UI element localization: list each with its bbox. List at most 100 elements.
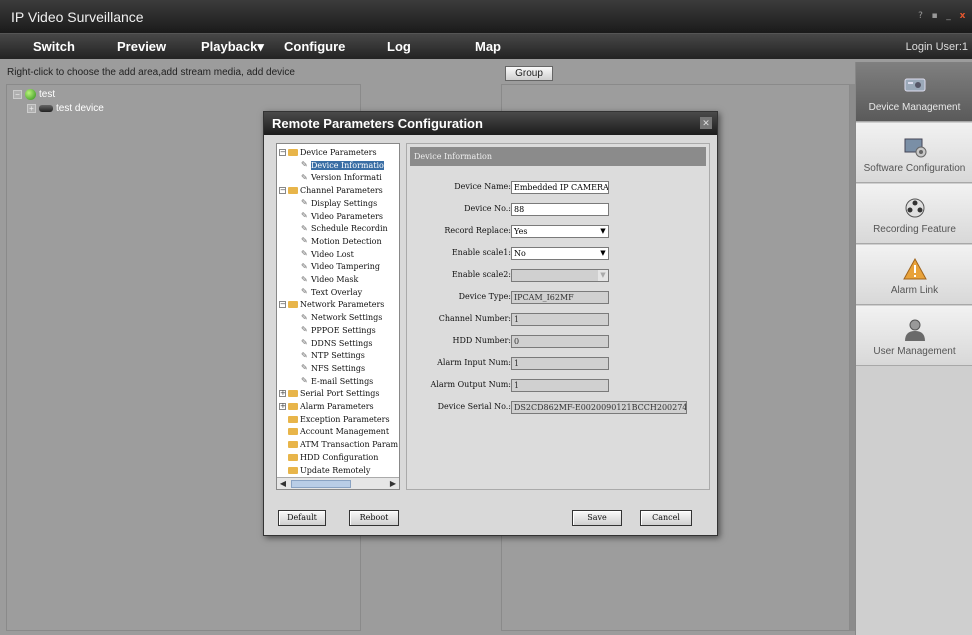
help-icon[interactable]: ? <box>915 11 926 22</box>
dialog-close-icon[interactable]: ✕ <box>700 117 712 129</box>
tree-node-label: Alarm Parameters <box>300 402 374 411</box>
area-icon <box>25 89 36 100</box>
settings-leaf-icon: ✎ <box>301 312 308 322</box>
menu-playback[interactable]: Playback▾ <box>201 39 264 55</box>
row-device-name: Device Name: Embedded IP CAMERA <box>407 181 711 195</box>
tree-node[interactable]: HDD Configuration <box>279 453 378 462</box>
tree-node[interactable]: − Device Parameters <box>279 148 377 157</box>
dropdown-arrow-icon[interactable]: ▼ <box>598 226 608 237</box>
collapse-icon[interactable]: − <box>279 149 286 156</box>
sidebar-label: Alarm Link <box>890 285 939 296</box>
settings-leaf-icon: ✎ <box>301 338 308 347</box>
minimize-icon[interactable]: _ <box>943 11 954 22</box>
tree-node[interactable]: ✎ Video Parameters <box>301 212 383 221</box>
expand-icon[interactable]: + <box>27 104 36 113</box>
tree-device[interactable]: + test device <box>27 103 104 114</box>
tree-node[interactable]: ✎ NTP Settings <box>301 351 365 360</box>
close-icon[interactable]: x <box>957 11 968 22</box>
menu-preview[interactable]: Preview <box>117 39 166 54</box>
tree-node-label: Display Settings <box>311 198 378 208</box>
tree-root[interactable]: − test <box>13 89 55 100</box>
reboot-button[interactable]: Reboot <box>349 510 399 526</box>
sidebar-item-recording-feature[interactable]: Recording Feature <box>856 184 972 244</box>
tree-node[interactable]: ✎ Schedule Recordin <box>301 224 388 233</box>
enable-scale1-label: Enable scale1: <box>451 248 511 257</box>
record-replace-select[interactable]: Yes ▼ <box>511 225 609 238</box>
expand-icon[interactable]: + <box>279 390 286 398</box>
tree-node[interactable]: − Channel Parameters <box>279 186 383 195</box>
row-enable-scale2: Enable scale2: ▼ <box>407 269 711 283</box>
tree-node[interactable]: + Alarm Parameters <box>279 402 374 411</box>
tree-node[interactable]: ✎ Network Settings <box>301 313 382 322</box>
app-window: IP Video Surveillance ? ▪ _ x Switch Pre… <box>0 0 972 635</box>
settings-leaf-icon: ✎ <box>301 350 308 360</box>
tree-node-label: NTP Settings <box>311 351 365 361</box>
device-name-field[interactable]: Embedded IP CAMERA <box>511 181 609 194</box>
tree-node[interactable]: + Serial Port Settings <box>279 389 380 398</box>
tree-node-label: Schedule Recordin <box>311 224 388 234</box>
enable-scale1-select[interactable]: No ▼ <box>511 247 609 260</box>
scroll-right-icon[interactable]: ▶ <box>388 479 398 489</box>
cancel-button[interactable]: Cancel <box>640 510 692 526</box>
tree-node[interactable]: ✎ Video Lost <box>301 250 354 259</box>
tree-node-label: Video Lost <box>311 249 354 259</box>
sidebar-label: User Management <box>873 346 956 357</box>
menu-map[interactable]: Map <box>475 39 501 54</box>
alarm-icon <box>903 258 927 280</box>
tree-node[interactable]: ✎ Motion Detection <box>301 237 382 246</box>
tree-node[interactable]: ✎ DDNS Settings <box>301 339 372 348</box>
sidebar-item-alarm-link[interactable]: Alarm Link <box>856 245 972 305</box>
hint-text: Right-click to choose the add area,add s… <box>7 67 295 78</box>
tree-node[interactable]: Update Remotely <box>279 466 370 475</box>
tree-node[interactable]: ✎ Device Informatio <box>301 160 384 170</box>
row-alarm-output: Alarm Output Num: 1 <box>407 379 711 393</box>
collapse-icon[interactable]: − <box>13 90 22 99</box>
tree-node[interactable]: ✎ Video Mask <box>301 275 358 284</box>
group-button[interactable]: Group <box>505 66 553 81</box>
sidebar-item-software-configuration[interactable]: Software Configuration <box>856 123 972 183</box>
device-name-label: Device Name: <box>454 182 511 191</box>
menu-configure[interactable]: Configure <box>284 39 345 54</box>
tree-node-label: Version Informati <box>311 173 382 183</box>
tree-node[interactable]: ✎ Display Settings <box>301 199 377 208</box>
tree-node[interactable]: ATM Transaction Param <box>279 440 398 449</box>
settings-leaf-icon: ✎ <box>301 376 308 386</box>
horizontal-scrollbar[interactable]: ◀ ▶ <box>277 477 399 489</box>
tree-node-label: Video Parameters <box>311 211 383 221</box>
tree-node[interactable]: ✎ Version Informati <box>301 173 382 182</box>
collapse-icon[interactable]: − <box>279 301 286 309</box>
settings-leaf-icon: ✎ <box>301 223 308 233</box>
expand-icon[interactable]: + <box>279 403 286 410</box>
device-no-field[interactable]: 88 <box>511 203 609 216</box>
row-device-no: Device No.: 88 <box>407 203 711 217</box>
tree-node[interactable]: ✎ E-mail Settings <box>301 377 373 386</box>
folder-icon <box>288 466 298 474</box>
sidebar-item-device-management[interactable]: Device Management <box>856 62 972 122</box>
tree-node-label: Device Informatio <box>311 160 384 170</box>
settings-leaf-icon: ✎ <box>301 198 308 208</box>
save-button[interactable]: Save <box>572 510 622 526</box>
dropdown-arrow-icon[interactable]: ▼ <box>598 248 608 259</box>
tree-node[interactable]: Account Management <box>279 427 389 436</box>
menu-log[interactable]: Log <box>387 39 411 54</box>
window-controls: ? ▪ _ x <box>915 11 968 22</box>
folder-icon <box>288 301 298 309</box>
tree-node-label: DDNS Settings <box>311 338 373 348</box>
tree-node-label: Exception Parameters <box>300 414 390 424</box>
restore-icon[interactable]: ▪ <box>929 11 940 22</box>
scroll-thumb[interactable] <box>291 480 351 488</box>
sidebar-item-user-management[interactable]: User Management <box>856 306 972 366</box>
tree-node[interactable]: ✎ Text Overlay <box>301 288 362 297</box>
tree-node[interactable]: ✎ NFS Settings <box>301 364 365 373</box>
scroll-left-icon[interactable]: ◀ <box>278 479 288 489</box>
tree-node[interactable]: ✎ Video Tampering <box>301 262 380 271</box>
tree-node[interactable]: ✎ PPPOE Settings <box>301 326 376 335</box>
tree-node[interactable]: − Network Parameters <box>279 300 384 309</box>
row-channel-number: Channel Number: 1 <box>407 313 711 327</box>
settings-leaf-icon: ✎ <box>301 160 308 170</box>
default-button[interactable]: Default <box>278 510 326 526</box>
menu-switch[interactable]: Switch <box>33 39 75 54</box>
tree-node-label: NFS Settings <box>311 363 366 373</box>
collapse-icon[interactable]: − <box>279 187 286 195</box>
tree-node[interactable]: Exception Parameters <box>279 415 390 424</box>
